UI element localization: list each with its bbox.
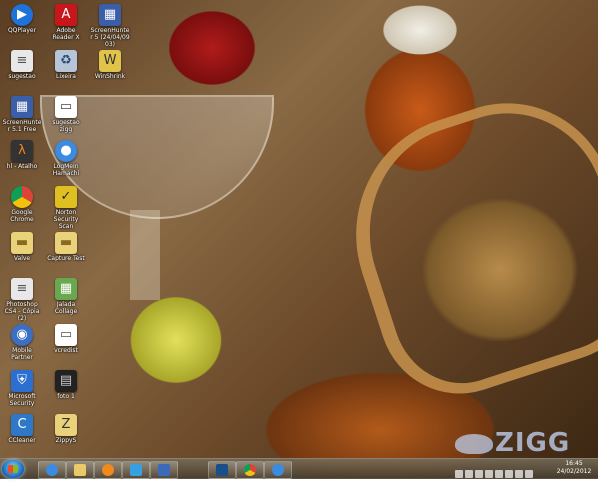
desktop-icon-microsoft-security[interactable]: ⛨ Microsoft Security — [2, 370, 42, 407]
hamachi-icon: ● — [55, 140, 77, 162]
taskbar: 16:45 24/02/2012 — [0, 458, 598, 479]
system-tray — [454, 463, 554, 478]
chrome-icon — [244, 464, 256, 476]
installer-icon: ▭ — [55, 324, 77, 346]
taskbar-document-app[interactable] — [150, 461, 178, 479]
folder-icon: ▬ — [11, 232, 33, 254]
desktop-icon-google-chrome[interactable]: Google Chrome — [2, 186, 42, 223]
network-icon[interactable] — [515, 470, 523, 478]
taskbar-windows-explorer[interactable] — [66, 461, 94, 479]
microsoft-security-icon: ⛨ — [11, 370, 33, 392]
internet-explorer-icon — [46, 464, 58, 476]
qqplayer-icon: ▶ — [11, 4, 33, 26]
mobile-partner-icon: ◉ — [11, 324, 33, 346]
desktop-icon-screenhunter-free[interactable]: ▦ ScreenHunter 5.1 Free — [2, 96, 42, 133]
clock-time: 16:45 — [565, 460, 583, 467]
desktop-icon-qqplayer[interactable]: ▶ QQPlayer — [2, 4, 42, 34]
desktop-icon-screenhunter-shot[interactable]: ▦ ScreenHunter 5 (24/04/09 03) — [90, 4, 130, 48]
windows-logo-icon — [8, 465, 18, 473]
taskbar-media-player[interactable] — [94, 461, 122, 479]
document-icon: ≡ — [11, 50, 33, 72]
ccleaner-icon: C — [11, 414, 33, 436]
half-life-icon: λ — [11, 140, 33, 162]
taskbar-hamachi[interactable] — [264, 461, 292, 479]
chat-icon — [130, 464, 142, 476]
tray-icon[interactable] — [475, 470, 483, 478]
adobe-reader-icon: A — [55, 4, 77, 26]
folder-icon: ▬ — [55, 232, 77, 254]
desktop-icon-adobe-reader[interactable]: A Adobe Reader X — [46, 4, 86, 41]
taskbar-photoshop[interactable] — [208, 461, 236, 479]
taskbar-chrome[interactable] — [236, 461, 264, 479]
desktop-icon-valve[interactable]: ▬ Valve — [2, 232, 42, 262]
hamachi-icon — [272, 464, 284, 476]
desktop-icon-hl-atalho[interactable]: λ hl - Atalho — [2, 140, 42, 170]
bird-icon — [455, 434, 493, 454]
document-icon: ≡ — [11, 278, 33, 300]
screenhunter-free-icon: ▦ — [11, 96, 33, 118]
winshrink-icon: W — [99, 50, 121, 72]
photo-icon: ▤ — [55, 370, 77, 392]
desktop-icon-norton[interactable]: ✓ Norton Security Scan — [46, 186, 86, 230]
photoshop-icon — [216, 464, 228, 476]
desktop-icon-lixeira[interactable]: ♻ Lixeira — [46, 50, 86, 80]
desktop-icon-hamachi[interactable]: ● LogMeIn Hamachi — [46, 140, 86, 177]
taskbar-clock[interactable]: 16:45 24/02/2012 — [554, 460, 594, 476]
zip-icon: Z — [55, 414, 77, 436]
volume-icon[interactable] — [525, 470, 533, 478]
media-player-icon — [102, 464, 114, 476]
chrome-icon — [11, 186, 33, 208]
wallpaper-basket — [324, 75, 598, 415]
tray-icon[interactable] — [485, 470, 493, 478]
watermark-logo: ZIGG — [455, 426, 598, 458]
desktop-icon-ccleaner[interactable]: C CCleaner — [2, 414, 42, 444]
norton-icon: ✓ — [55, 186, 77, 208]
desktop-icon-foto-1[interactable]: ▤ foto 1 — [46, 370, 86, 400]
screenhunter-icon: ▦ — [99, 4, 121, 26]
desktop-icon-jalada-collage[interactable]: ▦ Jalada Collage — [46, 278, 86, 315]
taskbar-chat[interactable] — [122, 461, 150, 479]
document-app-icon — [158, 464, 170, 476]
desktop-icon-sugestao[interactable]: ≡ sugestao — [2, 50, 42, 80]
desktop-icon-sugestao-zigg[interactable]: ▭ sugestao zigg — [46, 96, 86, 133]
desktop-icon-zippys[interactable]: Z ZippyS — [46, 414, 86, 444]
taskbar-internet-explorer[interactable] — [38, 461, 66, 479]
desktop-icon-photoshop-copy[interactable]: ≡ Photoshop CS4 - Cópia (2) — [2, 278, 42, 322]
desktop-icon-mobile-partner[interactable]: ◉ Mobile Partner — [2, 324, 42, 361]
wallpaper-glass-stem — [130, 210, 160, 300]
clock-date: 24/02/2012 — [556, 468, 592, 475]
recycle-bin-icon: ♻ — [55, 50, 77, 72]
tray-icon[interactable] — [495, 470, 503, 478]
collage-icon: ▦ — [55, 278, 77, 300]
desktop-icon-capture-test[interactable]: ▬ Capture Test — [46, 232, 86, 262]
windows-explorer-icon — [74, 464, 86, 476]
image-icon: ▭ — [55, 96, 77, 118]
start-button[interactable] — [2, 460, 24, 478]
tray-icon[interactable] — [505, 470, 513, 478]
desktop-icon-vcredist[interactable]: ▭ vcredist — [46, 324, 86, 354]
watermark-text: ZIGG — [495, 428, 571, 458]
tray-icon[interactable] — [465, 470, 473, 478]
tray-icon[interactable] — [455, 470, 463, 478]
desktop-icon-winshrink[interactable]: W WinShrink — [90, 50, 130, 80]
